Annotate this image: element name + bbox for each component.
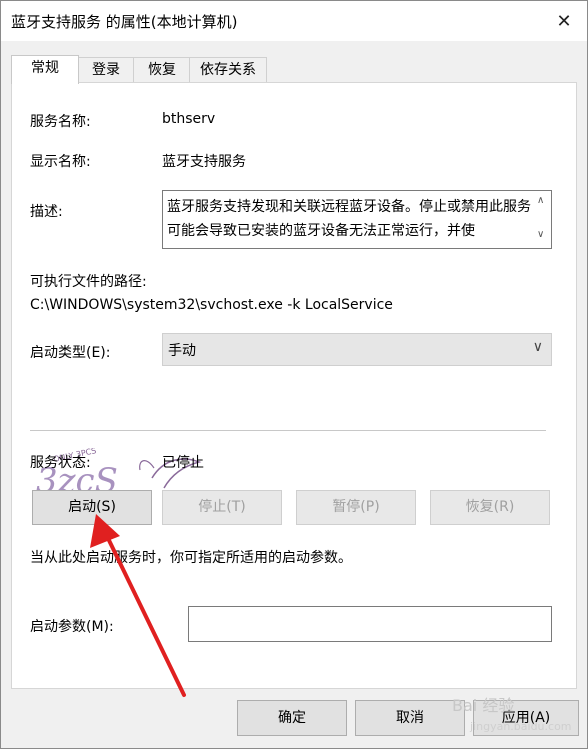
description-text: 蓝牙服务支持发现和关联远程蓝牙设备。停止或禁用此服务可能会导致已安装的蓝牙设备无…	[167, 199, 531, 239]
pause-button[interactable]: 暂停(P)	[296, 490, 416, 525]
scroll-up-icon[interactable]: ∧	[537, 195, 544, 206]
start-params-hint: 当从此处启动服务时，你可指定所适用的启动参数。	[30, 550, 352, 566]
status-label: 服务状态:	[30, 455, 91, 471]
baidu-watermark: Bai 经验	[452, 696, 515, 715]
start-button[interactable]: 启动(S)	[32, 490, 152, 525]
startup-type-select[interactable]: 手动 ∨	[162, 333, 552, 366]
start-params-label: 启动参数(M):	[30, 619, 114, 635]
description-box[interactable]: 蓝牙服务支持发现和关联远程蓝牙设备。停止或禁用此服务可能会导致已安装的蓝牙设备无…	[162, 190, 552, 249]
description-scrollbar[interactable]: ∧ ∨	[534, 191, 551, 248]
title-bar: 蓝牙支持服务 的属性(本地计算机) ✕	[1, 1, 587, 41]
scroll-down-icon[interactable]: ∨	[537, 229, 544, 240]
tab-dependencies[interactable]: 依存关系	[189, 57, 267, 82]
status-value: 已停止	[162, 455, 204, 471]
chevron-down-icon: ∨	[532, 339, 543, 355]
path-label: 可执行文件的路径:	[30, 274, 147, 290]
ok-button[interactable]: 确定	[237, 700, 347, 736]
description-label: 描述:	[30, 204, 63, 220]
general-panel: 服务名称: bthserv 显示名称: 蓝牙支持服务 描述: 蓝牙服务支持发现和…	[11, 82, 577, 689]
separator	[30, 430, 546, 431]
cancel-button[interactable]: 取消	[355, 700, 465, 736]
startup-type-label: 启动类型(E):	[30, 345, 111, 361]
window-title: 蓝牙支持服务 的属性(本地计算机)	[11, 13, 238, 31]
properties-dialog: 蓝牙支持服务 的属性(本地计算机) ✕ 常规 登录 恢复 依存关系 服务名称: …	[0, 0, 588, 749]
display-name-value: 蓝牙支持服务	[162, 154, 246, 170]
tab-general[interactable]: 常规	[11, 55, 79, 84]
close-icon: ✕	[556, 10, 572, 32]
stop-button[interactable]: 停止(T)	[162, 490, 282, 525]
service-name-label: 服务名称:	[30, 114, 91, 130]
tab-recovery[interactable]: 恢复	[133, 57, 191, 82]
display-name-label: 显示名称:	[30, 154, 91, 170]
resume-button[interactable]: 恢复(R)	[430, 490, 550, 525]
start-params-input[interactable]	[188, 606, 552, 642]
path-value: C:\WINDOWS\system32\svchost.exe -k Local…	[30, 297, 393, 313]
startup-type-value: 手动	[168, 343, 196, 359]
tab-logon[interactable]: 登录	[77, 57, 135, 82]
service-name-value: bthserv	[162, 111, 216, 127]
baidu-watermark-url: jingyan.baidu.com	[470, 720, 572, 733]
close-button[interactable]: ✕	[541, 1, 587, 41]
